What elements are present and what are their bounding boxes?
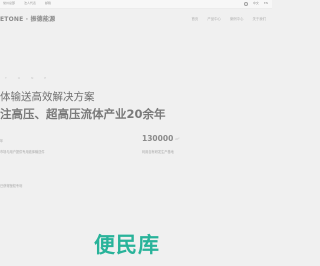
utility-links: 常州总部 法人代表 邮箱 — [3, 1, 51, 6]
stat-left-prefix: 年 — [0, 139, 4, 143]
hero-title: 注高压、超高压流体产业20余年 — [0, 107, 166, 121]
stat-right-value: 130000 m² — [142, 134, 179, 143]
lang-zh[interactable]: 中文 — [253, 1, 259, 6]
nav-cases[interactable]: 案例中心 — [230, 16, 244, 21]
utility-link-rep[interactable]: 法人代表 — [24, 1, 36, 6]
lang-en[interactable]: EN — [264, 1, 268, 6]
main-nav: 首页 产品中心 案例中心 关于我们 — [192, 16, 266, 21]
stat-right-desc: 利用自有研发生产基地 — [142, 150, 174, 154]
language-switch: 中文 EN — [243, 1, 268, 6]
brand-logo[interactable]: ETONE · 振德能源 — [0, 14, 55, 23]
utility-link-email[interactable]: 邮箱 — [45, 1, 51, 6]
utility-link-hq[interactable]: 常州总部 — [3, 1, 15, 6]
stat-left-desc: 市场与用户提供专用液体输送件 — [0, 150, 45, 154]
nav-products[interactable]: 产品中心 — [207, 16, 221, 21]
nav-about[interactable]: 关于我们 — [252, 16, 266, 21]
watermark-logo: 便民库 — [94, 233, 160, 257]
site-header: ETONE · 振德能源 首页 产品中心 案例中心 关于我们 — [0, 8, 272, 28]
hero-subtitle: 体输送高效解决方案 — [0, 91, 95, 103]
stat-right-number: 130000 — [142, 134, 174, 143]
nav-home[interactable]: 首页 — [192, 16, 199, 21]
stat-right-unit: m² — [175, 137, 180, 141]
stat-left-bottom: 已获得授权专利 — [0, 184, 23, 188]
hero-eyebrow: T O N E — [5, 76, 52, 80]
globe-icon[interactable] — [243, 1, 248, 6]
